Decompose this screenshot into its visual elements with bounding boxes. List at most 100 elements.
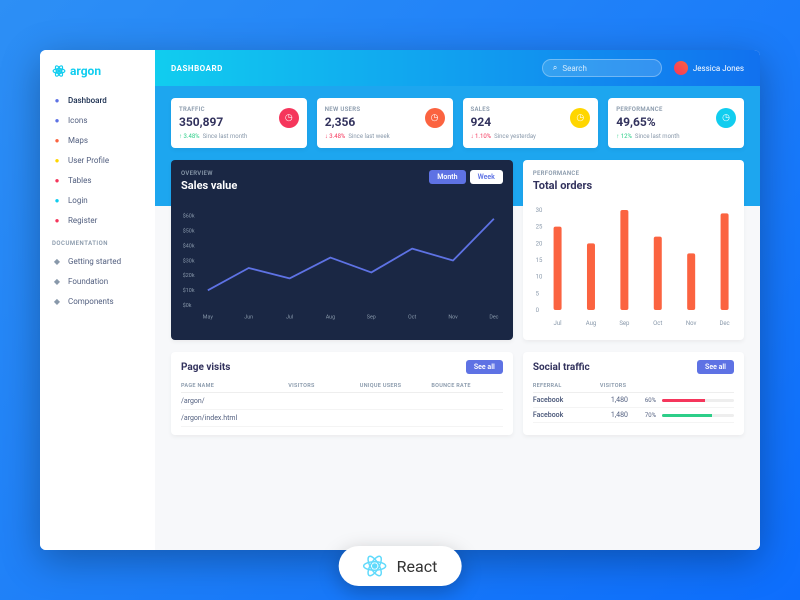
table-row[interactable]: Facebook1,48060% bbox=[533, 393, 734, 408]
search-box[interactable]: ⌕ bbox=[542, 59, 662, 77]
pin-icon: ● bbox=[52, 135, 62, 145]
table-col: UNIQUE USERS bbox=[360, 383, 432, 389]
stat-value: 49,65% bbox=[616, 115, 662, 129]
table-col: BOUNCE RATE bbox=[431, 383, 503, 389]
stat-icon: ◷ bbox=[279, 108, 299, 128]
sidebar-item-icons[interactable]: ● Icons bbox=[40, 110, 155, 130]
stat-since: Since last month bbox=[635, 133, 680, 140]
svg-text:$40k: $40k bbox=[183, 242, 195, 249]
planet-icon: ● bbox=[52, 115, 62, 125]
stat-icon: ◷ bbox=[716, 108, 736, 128]
svg-text:Aug: Aug bbox=[326, 315, 335, 321]
chart-overline: PERFORMANCE bbox=[533, 170, 592, 177]
react-badge: React bbox=[339, 546, 462, 586]
sales-chart-card: OVERVIEW Sales value Month Week $0k $10k $… bbox=[171, 160, 513, 340]
stat-card-traffic: TRAFFIC350,897◷↑ 3.48%Since last month bbox=[171, 98, 307, 148]
stat-value: 350,897 bbox=[179, 115, 223, 129]
sidebar-item-label: User Profile bbox=[68, 156, 109, 165]
search-input[interactable] bbox=[562, 64, 651, 73]
tv-icon: ● bbox=[52, 95, 62, 105]
stat-since: Since last month bbox=[203, 133, 248, 140]
stat-icon: ◷ bbox=[425, 108, 445, 128]
svg-text:Jun: Jun bbox=[244, 315, 253, 321]
svg-text:25: 25 bbox=[535, 224, 542, 231]
page-visits-card: Page visits See all PAGE NAMEVISITORSUNI… bbox=[171, 352, 513, 435]
svg-text:$0k: $0k bbox=[183, 302, 192, 309]
stat-label: SALES bbox=[471, 106, 492, 113]
svg-text:Sep: Sep bbox=[367, 315, 376, 321]
table-row[interactable]: Facebook1,48070% bbox=[533, 408, 734, 423]
stat-label: TRAFFIC bbox=[179, 106, 223, 113]
svg-text:$10k: $10k bbox=[183, 287, 195, 294]
line-chart: $0k$10k$20k$30k$40k$50k$60kMayJunJulAugS… bbox=[181, 200, 503, 330]
chart-overline: OVERVIEW bbox=[181, 170, 237, 177]
sidebar-item-dashboard[interactable]: ● Dashboard bbox=[40, 90, 155, 110]
table-col: PAGE NAME bbox=[181, 383, 288, 389]
tables-row: Page visits See all PAGE NAMEVISITORSUNI… bbox=[171, 352, 744, 435]
svg-text:5: 5 bbox=[535, 290, 539, 297]
svg-text:Dec: Dec bbox=[719, 320, 729, 327]
stat-delta: ↓ 3.48% bbox=[325, 133, 346, 140]
sidebar-item-maps[interactable]: ●Maps bbox=[40, 130, 155, 150]
svg-text:Jul: Jul bbox=[286, 315, 293, 321]
chart-tabs: Month Week bbox=[429, 170, 503, 184]
svg-text:Nov: Nov bbox=[686, 320, 697, 327]
tab-month[interactable]: Month bbox=[429, 170, 465, 184]
sidebar-item-login[interactable]: ●Login bbox=[40, 190, 155, 210]
stat-card-performance: PERFORMANCE 49,65% ◷ ↑ 12%Since last month bbox=[608, 98, 744, 148]
stat-label: NEW USERS bbox=[325, 106, 361, 113]
svg-text:Aug: Aug bbox=[586, 320, 597, 327]
user-icon: ● bbox=[52, 155, 62, 165]
svg-text:Oct: Oct bbox=[653, 320, 662, 327]
sidebar: argon ●Dashboard●Icons●Maps●User Profile… bbox=[40, 50, 155, 550]
stat-delta: ↑ 12% bbox=[616, 133, 632, 140]
ui-icon: ◆ bbox=[52, 296, 62, 306]
sidebar-item-label: Register bbox=[68, 216, 97, 225]
svg-text:15: 15 bbox=[535, 257, 542, 264]
table-row[interactable]: /argon/index.html bbox=[181, 410, 503, 427]
table-title: Social traffic bbox=[533, 362, 590, 373]
stat-value: 2,356 bbox=[325, 115, 361, 129]
sidebar-doc-foundation[interactable]: ◆Foundation bbox=[40, 271, 155, 291]
tab-week[interactable]: Week bbox=[470, 170, 503, 184]
sidebar-item-label: Foundation bbox=[68, 277, 108, 286]
stat-since: Since last week bbox=[348, 133, 389, 140]
sidebar-item-label: Dashboard bbox=[68, 96, 107, 105]
header: DASHBOARD ⌕ Jessica Jones bbox=[155, 50, 760, 86]
chart-title: Sales value bbox=[181, 179, 237, 192]
see-all-button[interactable]: See all bbox=[466, 360, 503, 374]
svg-text:$50k: $50k bbox=[183, 228, 195, 235]
brand-logo[interactable]: argon bbox=[40, 60, 155, 90]
sidebar-item-user-profile[interactable]: ● User Profile bbox=[40, 150, 155, 170]
svg-text:Sep: Sep bbox=[619, 320, 630, 327]
app-window: argon ●Dashboard●Icons●Maps●User Profile… bbox=[40, 50, 760, 550]
charts-row: OVERVIEW Sales value Month Week $0k $10k $… bbox=[171, 160, 744, 340]
user-menu[interactable]: Jessica Jones bbox=[674, 61, 744, 75]
react-icon bbox=[363, 554, 387, 578]
table-row[interactable]: /argon/ bbox=[181, 393, 503, 410]
sidebar-item-tables[interactable]: ●Tables bbox=[40, 170, 155, 190]
svg-text:May: May bbox=[203, 315, 214, 321]
sidebar-doc-components[interactable]: ◆Components bbox=[40, 291, 155, 311]
sidebar-item-label: Icons bbox=[68, 116, 87, 125]
svg-text:20: 20 bbox=[535, 240, 542, 247]
main: DASHBOARD ⌕ Jessica Jones TRAFFIC 350,897… bbox=[155, 50, 760, 550]
circle-icon: ● bbox=[52, 215, 62, 225]
stat-label: PERFORMANCE bbox=[616, 106, 662, 113]
sidebar-doc-getting-started[interactable]: ◆Getting started bbox=[40, 251, 155, 271]
social-traffic-card: Social traffic See all REFERRALVISITORS … bbox=[523, 352, 744, 435]
svg-text:Dec: Dec bbox=[489, 315, 498, 321]
svg-text:10: 10 bbox=[535, 274, 542, 281]
see-all-button[interactable]: See all bbox=[697, 360, 734, 374]
sidebar-item-label: Login bbox=[68, 196, 88, 205]
svg-text:Nov: Nov bbox=[448, 315, 458, 321]
sidebar-item-register[interactable]: ● Register bbox=[40, 210, 155, 230]
table-col: VISITORS bbox=[288, 383, 360, 389]
stat-card-sales: SALES924◷↓ 1.10%Since yesterday bbox=[463, 98, 599, 148]
page-title: DASHBOARD bbox=[171, 64, 223, 73]
table-title: Page visits bbox=[181, 362, 230, 373]
bar-chart: 051015202530JulAugSepOctNovDec bbox=[533, 200, 734, 330]
svg-text:$60k: $60k bbox=[183, 213, 195, 220]
chart-title: Total orders bbox=[533, 179, 592, 192]
user-name: Jessica Jones bbox=[693, 64, 744, 73]
